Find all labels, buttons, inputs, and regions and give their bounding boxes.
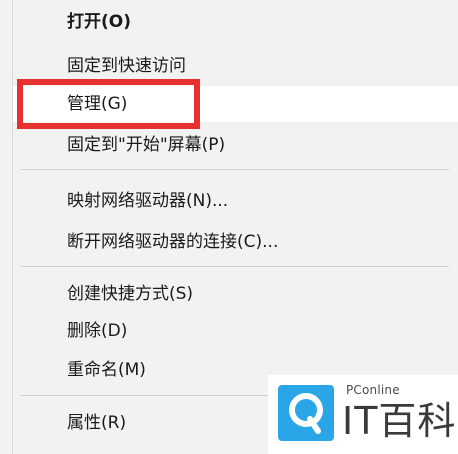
watermark: PConline IT百科 (268, 375, 458, 454)
menu-item-label: 映射网络驱动器(N)... (67, 191, 229, 211)
menu-item-disconnect-network-drive[interactable]: 断开网络驱动器的连接(C)... (13, 224, 458, 260)
menu-item-pin-quick-access[interactable]: 固定到快速访问 (13, 48, 458, 84)
magnifier-logo-icon (278, 385, 334, 441)
menu-item-label: 断开网络驱动器的连接(C)... (67, 232, 279, 252)
menu-item-label: 管理(G) (67, 94, 128, 114)
menu-item-manage[interactable]: 管理(G) (13, 86, 458, 122)
menu-item-label: 创建快捷方式(S) (67, 284, 194, 304)
menu-item-label: 固定到快速访问 (67, 56, 186, 76)
menu-separator (21, 266, 449, 267)
menu-item-label: 打开(O) (67, 12, 131, 32)
watermark-small-text: PConline (346, 383, 400, 397)
menu-item-label: 重命名(M) (67, 360, 146, 380)
screen: 打开(O) 固定到快速访问 管理(G) 固定到"开始"屏幕(P) 映射网络驱动器… (0, 0, 458, 454)
menu-separator (21, 169, 449, 170)
menu-item-pin-start[interactable]: 固定到"开始"屏幕(P) (13, 127, 458, 163)
watermark-big-text: IT百科 (342, 399, 457, 443)
menu-item-label: 固定到"开始"屏幕(P) (67, 135, 226, 155)
menu-item-label: 删除(D) (67, 321, 128, 341)
menu-item-delete[interactable]: 删除(D) (13, 313, 458, 349)
menu-item-open[interactable]: 打开(O) (13, 4, 458, 40)
menu-item-create-shortcut[interactable]: 创建快捷方式(S) (13, 276, 458, 312)
menu-item-label: 属性(R) (67, 413, 127, 433)
menu-item-map-network-drive[interactable]: 映射网络驱动器(N)... (13, 183, 458, 219)
